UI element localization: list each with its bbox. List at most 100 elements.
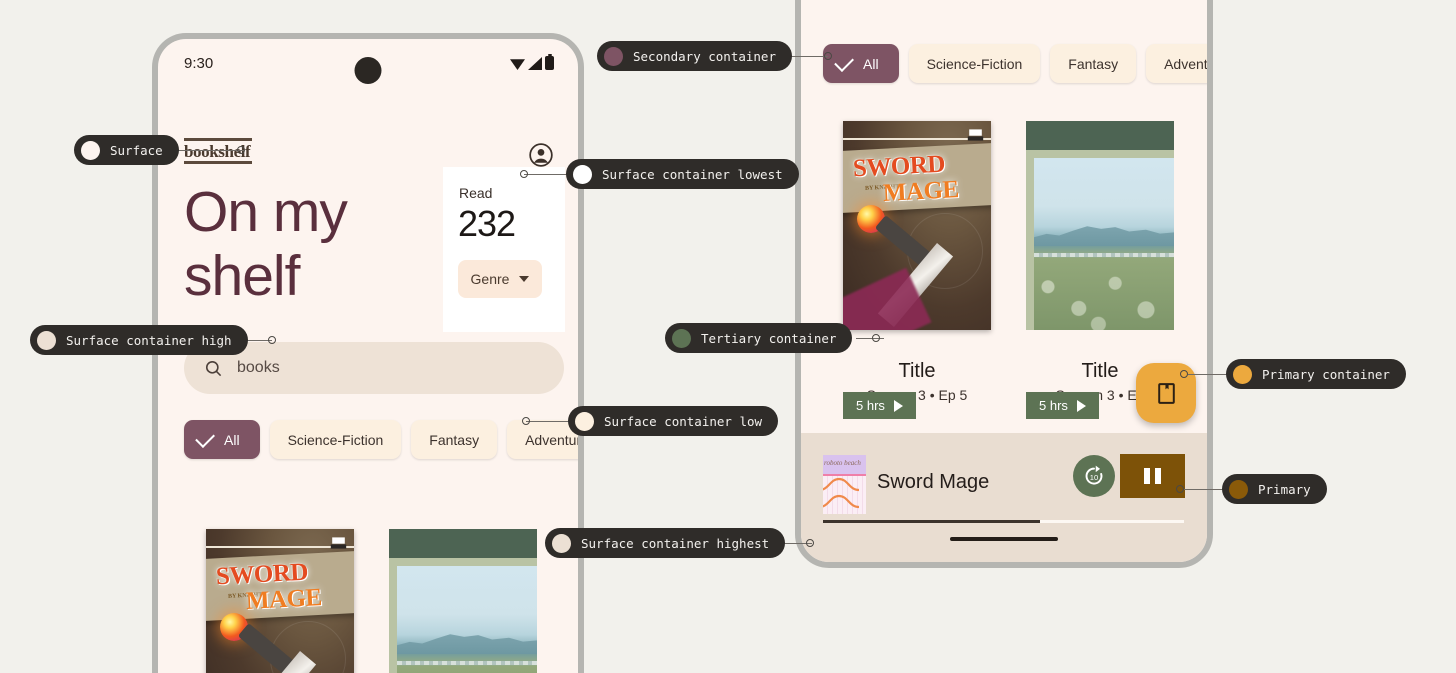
filter-chip-row-left: All Science-Fiction Fantasy Adventure xyxy=(184,420,584,459)
filter-chip-science-fiction[interactable]: Science-Fiction xyxy=(909,44,1041,83)
wifi-icon xyxy=(510,58,525,70)
annotation-label: Surface container low xyxy=(604,414,762,429)
filter-chip-label: Fantasy xyxy=(1068,56,1118,72)
duration-label: 5 hrs xyxy=(856,398,885,413)
anchor-dot xyxy=(268,336,276,344)
color-swatch xyxy=(1229,480,1248,499)
color-swatch xyxy=(573,165,592,184)
duration-badge[interactable]: 5 hrs xyxy=(843,392,916,419)
annotation-label: Surface xyxy=(110,143,163,158)
anchor-dot xyxy=(1176,485,1184,493)
filter-chip-science-fiction[interactable]: Science-Fiction xyxy=(270,420,402,459)
book-card[interactable]: SWORD BY KNIGHT MAGE 5 hrs Title Season … xyxy=(843,121,991,403)
svg-text:10: 10 xyxy=(1090,473,1098,482)
annotation-surface-container-lowest: Surface container lowest xyxy=(566,159,799,189)
signal-icon xyxy=(528,57,542,70)
annotation-label: Surface container highest xyxy=(581,536,769,551)
filter-chip-all[interactable]: All xyxy=(823,44,899,83)
color-swatch xyxy=(672,329,691,348)
annotation-secondary-container: Secondary container xyxy=(597,41,792,71)
gesture-handle[interactable] xyxy=(950,537,1058,541)
color-swatch xyxy=(552,534,571,553)
annotation-label: Primary xyxy=(1258,482,1311,497)
status-time: 9:30 xyxy=(184,55,213,72)
filter-chip-row-right: All Science-Fiction Fantasy Adventure xyxy=(823,44,1213,83)
annotation-tertiary-container: Tertiary container xyxy=(665,323,852,353)
search-icon xyxy=(204,359,223,378)
leader-line xyxy=(1184,489,1226,490)
progress-slider[interactable] xyxy=(823,520,1184,523)
pause-button[interactable] xyxy=(1120,454,1185,498)
progress-fill xyxy=(823,520,1040,523)
leader-line xyxy=(1188,374,1230,375)
filter-chip-label: Science-Fiction xyxy=(927,56,1023,72)
landscape-cover xyxy=(389,529,537,673)
chevron-down-icon xyxy=(519,276,529,282)
read-stat-value: 232 xyxy=(458,203,515,245)
camera-punch-hole xyxy=(355,57,382,84)
status-icons xyxy=(510,56,554,70)
annotation-primary: Primary xyxy=(1222,474,1327,504)
annotation-label: Secondary container xyxy=(633,49,776,64)
anchor-dot xyxy=(824,52,832,60)
color-swatch xyxy=(1233,365,1252,384)
book-card[interactable]: SWORD BY KNIGHT MAGE xyxy=(206,529,354,673)
status-bar-left: 9:30 xyxy=(158,39,578,95)
filter-chip-label: All xyxy=(863,56,879,72)
page-title: On my shelf xyxy=(184,180,414,308)
color-swatch xyxy=(37,331,56,350)
duration-label: 5 hrs xyxy=(1039,398,1068,413)
color-swatch xyxy=(604,47,623,66)
track-title: Sword Mage xyxy=(877,471,989,494)
landscape-cover xyxy=(1026,121,1174,330)
book-card[interactable]: 5 hrs Title Season 3 • Ep xyxy=(1026,121,1174,403)
filter-chip-label: All xyxy=(224,432,240,448)
check-icon xyxy=(195,428,215,448)
annotation-label: Primary container xyxy=(1262,367,1390,382)
account-circle-icon[interactable] xyxy=(528,142,554,168)
design-spec-canvas: 9:30 bookshelf On my shelf Read 232 xyxy=(0,0,1456,641)
anchor-dot xyxy=(522,417,530,425)
leader-line xyxy=(786,56,828,57)
forward-10-icon[interactable]: 10 xyxy=(1073,455,1115,497)
track-thumbnail: roboto beach xyxy=(823,455,866,514)
annotation-surface-container-high: Surface container high xyxy=(30,325,248,355)
cover-title-line2: MAGE xyxy=(245,584,322,616)
anchor-dot xyxy=(237,146,245,154)
annotation-surface-container-low: Surface container low xyxy=(568,406,778,436)
filter-chip-all[interactable]: All xyxy=(184,420,260,459)
bookmark-book-icon xyxy=(1154,381,1179,406)
book-grid-right: SWORD BY KNIGHT MAGE 5 hrs Title Season … xyxy=(843,121,1174,403)
logo-rule-top xyxy=(184,138,252,141)
search-query-text: books xyxy=(237,359,280,377)
anchor-dot xyxy=(1180,370,1188,378)
anchor-dot xyxy=(872,334,880,342)
check-icon xyxy=(834,52,854,72)
annotation-label: Surface container lowest xyxy=(602,167,783,182)
filter-chip-label: Science-Fiction xyxy=(288,432,384,448)
book-title: Title xyxy=(843,360,991,383)
play-icon xyxy=(1077,400,1086,412)
filter-chip-adventure[interactable]: Adventure xyxy=(1146,44,1213,83)
filter-chip-fantasy[interactable]: Fantasy xyxy=(1050,44,1136,83)
pause-icon xyxy=(1144,468,1150,484)
duration-badge[interactable]: 5 hrs xyxy=(1026,392,1099,419)
read-stat-label: Read xyxy=(459,185,492,201)
sword-mage-cover: SWORD BY KNIGHT MAGE xyxy=(206,529,354,673)
play-icon xyxy=(894,400,903,412)
cover-title-line2: MAGE xyxy=(882,176,959,208)
anchor-dot xyxy=(806,539,814,547)
filter-chip-fantasy[interactable]: Fantasy xyxy=(411,420,497,459)
color-swatch xyxy=(81,141,100,160)
annotation-primary-container: Primary container xyxy=(1226,359,1406,389)
read-stat-card: Read 232 Genre xyxy=(443,167,565,332)
logo-rule-bottom xyxy=(184,161,252,164)
sword-mage-cover: SWORD BY KNIGHT MAGE xyxy=(843,121,991,330)
annotation-label: Tertiary container xyxy=(701,331,836,346)
genre-dropdown[interactable]: Genre xyxy=(458,260,542,298)
annotation-surface-container-highest: Surface container highest xyxy=(545,528,785,558)
book-card[interactable] xyxy=(389,529,537,673)
annotation-surface: Surface xyxy=(74,135,179,165)
color-swatch xyxy=(575,412,594,431)
book-grid-left: SWORD BY KNIGHT MAGE xyxy=(206,529,537,673)
